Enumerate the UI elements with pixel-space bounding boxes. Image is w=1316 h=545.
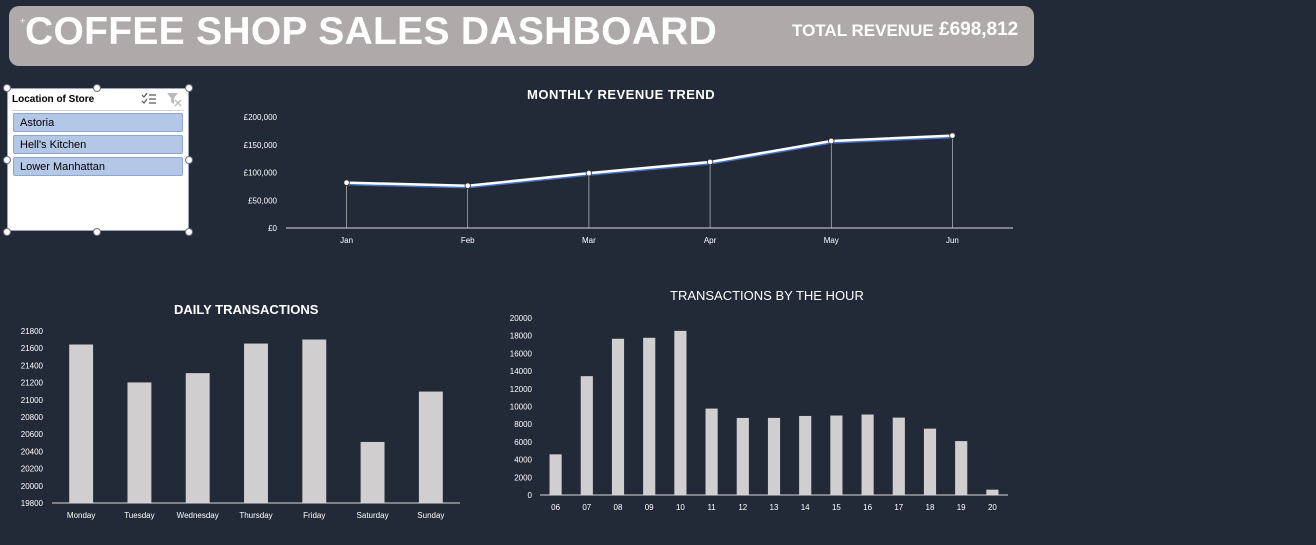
x-tick-label: Apr — [704, 236, 717, 245]
bar — [185, 373, 210, 503]
revenue-line-shadow — [346, 135, 953, 189]
y-tick-label: 21200 — [21, 379, 44, 388]
y-tick-label: 0 — [528, 491, 533, 500]
x-tick-label: 12 — [738, 503, 747, 512]
x-tick-label: Feb — [461, 236, 475, 245]
bar — [611, 338, 625, 495]
bar — [799, 415, 812, 495]
data-point — [585, 169, 593, 177]
y-tick-label: £50,000 — [248, 196, 277, 205]
bar — [643, 337, 656, 495]
bar — [549, 454, 562, 495]
x-tick-label: Tuesday — [124, 511, 154, 520]
x-tick-label: 20 — [988, 503, 997, 512]
y-tick-label: £0 — [268, 224, 277, 233]
y-tick-label: £150,000 — [244, 141, 278, 150]
data-point — [828, 137, 835, 145]
y-tick-label: 20800 — [21, 413, 44, 422]
y-tick-label: £200,000 — [244, 113, 278, 122]
y-tick-label: 20200 — [21, 465, 44, 474]
bar — [830, 415, 843, 495]
bar — [736, 417, 749, 495]
y-tick-label: 20600 — [21, 430, 44, 439]
bar — [360, 441, 385, 503]
x-tick-label: Monday — [67, 511, 95, 520]
y-tick-label: 12000 — [510, 385, 533, 394]
bar — [302, 339, 327, 503]
bar — [244, 343, 268, 503]
bar — [923, 428, 937, 495]
bar — [955, 441, 968, 495]
y-tick-label: 18000 — [510, 332, 533, 341]
x-tick-label: Jun — [946, 236, 959, 245]
x-tick-label: 19 — [957, 503, 966, 512]
y-tick-label: 19800 — [21, 499, 44, 508]
data-point — [464, 182, 471, 189]
x-tick-label: Jan — [340, 236, 353, 245]
bar — [892, 417, 905, 495]
y-tick-label: 21600 — [21, 344, 44, 353]
x-tick-label: 10 — [676, 503, 685, 512]
revenue-line — [346, 134, 953, 187]
y-tick-label: 21800 — [21, 327, 44, 336]
y-tick-label: 21400 — [21, 361, 44, 370]
x-tick-label: 15 — [832, 503, 841, 512]
x-tick-label: 11 — [707, 503, 716, 512]
x-tick-label: Friday — [303, 511, 325, 520]
bar — [674, 330, 687, 495]
y-tick-label: 20400 — [21, 447, 44, 456]
x-tick-label: Thursday — [239, 511, 272, 520]
bar — [580, 376, 593, 495]
bar — [767, 417, 781, 495]
x-tick-label: 18 — [926, 503, 935, 512]
x-tick-label: Sunday — [417, 511, 444, 520]
y-tick-label: 6000 — [514, 438, 532, 447]
y-tick-label: 14000 — [510, 367, 533, 376]
data-point — [949, 132, 956, 139]
bar — [861, 414, 874, 495]
y-tick-label: 21000 — [21, 396, 44, 405]
x-tick-label: Mar — [582, 236, 596, 245]
x-tick-label: 16 — [863, 503, 872, 512]
x-tick-label: 08 — [614, 503, 623, 512]
x-tick-label: Wednesday — [177, 511, 219, 520]
bar — [69, 344, 94, 503]
data-point — [343, 179, 350, 186]
y-tick-label: 16000 — [510, 349, 533, 358]
y-tick-label: 20000 — [510, 314, 533, 323]
y-tick-label: 8000 — [514, 420, 532, 429]
y-tick-label: £100,000 — [244, 169, 278, 178]
x-tick-label: 17 — [894, 503, 903, 512]
y-tick-label: 10000 — [510, 403, 533, 412]
x-tick-label: 14 — [801, 503, 810, 512]
x-tick-label: 07 — [582, 503, 591, 512]
y-tick-label: 20000 — [21, 482, 44, 491]
x-tick-label: 13 — [770, 503, 779, 512]
bar — [418, 391, 443, 503]
y-tick-label: 2000 — [514, 473, 532, 482]
charts-canvas: £0 £50,000 £100,000 £150,000 £200,000 Jan Feb M… — [21, 113, 1013, 520]
x-tick-label: 06 — [551, 503, 560, 512]
x-tick-label: May — [824, 236, 839, 245]
y-tick-label: 4000 — [514, 456, 532, 465]
bar — [705, 408, 718, 495]
bar — [986, 489, 999, 495]
x-tick-label: 09 — [645, 503, 654, 512]
bar — [127, 382, 152, 503]
x-tick-label: Saturday — [357, 511, 389, 520]
data-point — [706, 158, 714, 166]
